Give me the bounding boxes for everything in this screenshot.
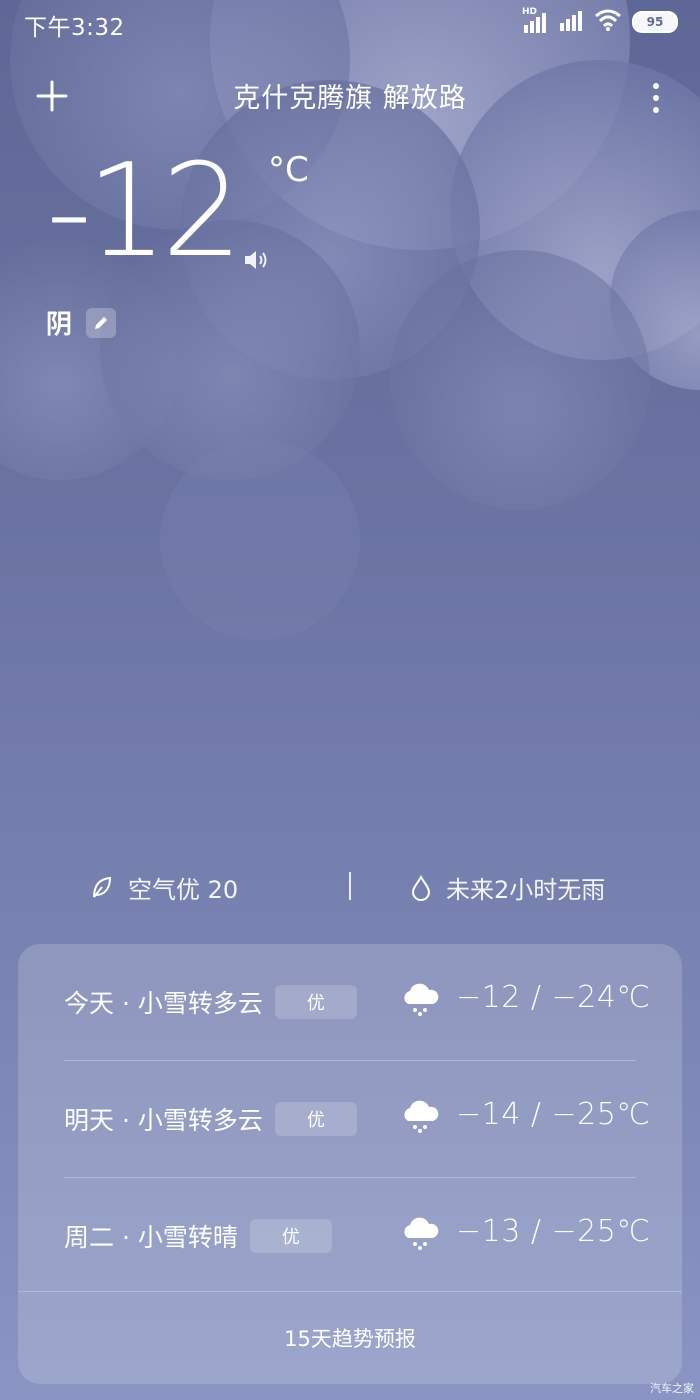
forecast-card: 今天 · 小雪转多云 优 −12 / −24℃ 明天 · 小雪转多云 优 −14… [18, 944, 682, 1384]
forecast-row-tuesday[interactable]: 周二 · 小雪转晴 优 −13 / −25℃ [64, 1178, 650, 1294]
more-options-button[interactable] [646, 78, 666, 118]
drop-icon [411, 874, 431, 901]
edit-condition-button[interactable] [86, 307, 117, 338]
snow-cloud-icon [404, 983, 439, 1016]
watermark: 汽车之家 [650, 1382, 694, 1395]
condition-row: 阴 [46, 304, 117, 341]
aqi-badge: 优 [274, 985, 357, 1019]
weather-condition: 阴 [46, 310, 73, 340]
pencil-icon [95, 316, 108, 329]
speaker-icon [245, 251, 267, 269]
status-bar: 下午3:32 HD 95 [0, 0, 700, 46]
forecast-day-label: 明天 · 小雪转多云 [64, 1106, 263, 1135]
aqi-badge: 优 [249, 1219, 332, 1253]
hd-signal-icon: HD [522, 7, 548, 35]
status-time: 下午3:32 [24, 15, 125, 41]
battery-icon: 95 [632, 11, 678, 33]
air-quality-text: 空气优 20 [128, 876, 239, 904]
rain-forecast[interactable]: 未来2小时无雨 [410, 870, 605, 905]
forecast-row-today[interactable]: 今天 · 小雪转多云 优 −12 / −24℃ [64, 944, 650, 1060]
air-quality[interactable]: 空气优 20 [90, 870, 238, 905]
voice-broadcast-button[interactable] [242, 248, 270, 272]
snow-cloud-icon [404, 1217, 439, 1250]
forecast-row-tomorrow[interactable]: 明天 · 小雪转多云 优 −14 / −25℃ [64, 1061, 650, 1177]
temperature-unit: °C [268, 150, 309, 190]
trend-forecast-button[interactable]: 15天趋势预报 [18, 1291, 682, 1384]
temperature-range: −12 / −24℃ [456, 980, 651, 1015]
wifi-icon [594, 8, 622, 36]
current-temperature: -12 °C [46, 137, 309, 286]
temperature-range: −13 / −25℃ [456, 1214, 651, 1249]
location-title[interactable]: 克什克腾旗 解放路 [0, 76, 700, 115]
aqi-badge: 优 [274, 1102, 357, 1136]
more-vertical-icon [653, 83, 659, 113]
temperature-range: −14 / −25℃ [456, 1097, 651, 1132]
rain-forecast-text: 未来2小时无雨 [446, 876, 606, 904]
info-row: 空气优 20 未来2小时无雨 [0, 866, 700, 910]
top-bar: 克什克腾旗 解放路 [0, 70, 700, 122]
snow-cloud-icon [404, 1100, 439, 1133]
leaf-icon [93, 876, 112, 898]
temperature-value: -12 [46, 137, 243, 286]
info-divider [349, 872, 351, 900]
forecast-day-label: 今天 · 小雪转多云 [64, 989, 263, 1018]
signal-icon [558, 7, 584, 37]
status-icons: HD 95 [522, 7, 678, 37]
forecast-day-label: 周二 · 小雪转晴 [64, 1223, 238, 1252]
